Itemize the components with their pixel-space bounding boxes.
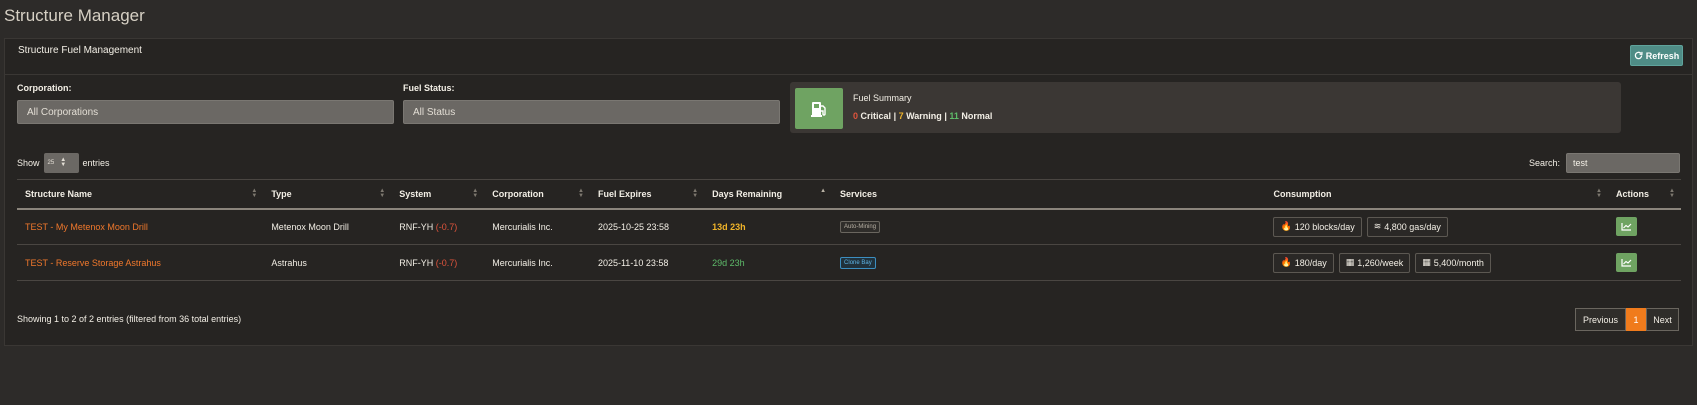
sort-icon: ▲ ▼	[1669, 188, 1675, 199]
sort-icon: ▲ ▼	[379, 188, 386, 199]
fuel-status-label: Fuel Status:	[403, 83, 455, 93]
search-control: Search: test	[1529, 153, 1680, 173]
search-label: Search:	[1528, 158, 1560, 168]
separator: |	[893, 111, 897, 121]
refresh-icon	[1634, 51, 1643, 60]
column-header-fuel-expires[interactable]: Fuel Expires ▲ ▼	[589, 179, 705, 210]
consumption-badge: 🔥 180/day	[1273, 252, 1334, 273]
type-cell: Astrahus	[263, 244, 392, 281]
corporation-select-value: All Corporations	[27, 106, 99, 118]
warning-label: Warning	[906, 111, 942, 121]
show-label: Show	[17, 158, 40, 168]
actions-cell	[1607, 244, 1681, 281]
fuel-summary-counts: 0 Critical | 7 Warning | 11 Normal	[853, 111, 992, 121]
fuel-expires-cell: 2025-10-25 23:58	[589, 208, 705, 245]
normal-label: Normal	[961, 111, 993, 121]
fuel-management-card: Structure Fuel Management Refresh Corpor…	[4, 38, 1693, 346]
column-header-structure-name[interactable]: Structure Name ▲ ▼	[17, 179, 264, 210]
structure-link[interactable]: TEST - Reserve Storage Astrahus	[25, 258, 161, 268]
system-cell: RNF-YH (-0.7)	[391, 244, 485, 281]
consumption-badge: ▦ 1,260/week	[1338, 252, 1411, 273]
structure-name-cell: TEST - My Metenox Moon Drill	[17, 208, 264, 245]
table-header-row: Structure Name ▲ ▼ Type ▲ ▼ System ▲ ▼ Corpora…	[17, 179, 1681, 210]
structure-name-cell: TEST - Reserve Storage Astrahus	[17, 244, 264, 281]
sort-icon: ▲ ▼	[692, 188, 699, 199]
days-remaining-cell: 13d 23h	[704, 208, 833, 245]
critical-count: 0	[853, 111, 859, 121]
services-cell: Auto-Mining	[832, 208, 1266, 245]
column-header-system[interactable]: System ▲ ▼	[391, 179, 485, 210]
structure-link[interactable]: TEST - My Metenox Moon Drill	[25, 222, 148, 232]
sort-ascending-icon: ▲	[820, 188, 827, 194]
column-header-actions[interactable]: Actions ▲ ▼	[1607, 179, 1681, 210]
fuel-summary-panel: Fuel Summary 0 Critical | 7 Warning | 11…	[790, 82, 1621, 133]
previous-page-button[interactable]: Previous	[1575, 308, 1626, 331]
consumption-cell: 🔥 120 blocks/day ≋ 4,800 gas/day	[1265, 208, 1608, 245]
column-header-consumption[interactable]: Consumption ▲ ▼	[1265, 179, 1608, 210]
page-length-control: Show 25 ▲ ▼ entries	[17, 153, 110, 173]
calendar-week-icon: ▦	[1345, 257, 1355, 267]
corporation-select[interactable]: All Corporations	[17, 100, 394, 124]
table-row: TEST - Reserve Storage Astrahus Astrahus…	[17, 244, 1681, 281]
search-input-value: test	[1573, 158, 1588, 168]
service-badge: Auto-Mining	[840, 221, 881, 234]
wind-icon: ≋	[1373, 221, 1382, 232]
fuel-status-select[interactable]: All Status	[403, 100, 780, 124]
security-status: (-0.7)	[435, 257, 458, 268]
fuel-expires-cell: 2025-11-10 23:58	[589, 244, 705, 281]
chart-line-icon	[1621, 223, 1632, 231]
table-row: TEST - My Metenox Moon Drill Metenox Moo…	[17, 208, 1681, 245]
page-length-value: 25	[47, 160, 55, 166]
type-cell: Metenox Moon Drill	[263, 208, 392, 245]
page-1-button[interactable]: 1	[1626, 308, 1646, 331]
column-header-days-remaining[interactable]: Days Remaining ▲	[704, 179, 833, 210]
services-cell: Clone Bay	[832, 244, 1266, 281]
page-length-select[interactable]: 25 ▲ ▼	[43, 153, 79, 173]
column-header-services: Services	[832, 179, 1266, 210]
consumption-cell: 🔥 180/day ▦ 1,260/week ▦ 5,400/month	[1265, 244, 1608, 281]
column-header-corporation[interactable]: Corporation ▲ ▼	[484, 179, 590, 210]
service-badge: Clone Bay	[840, 257, 876, 269]
next-page-button[interactable]: Next	[1646, 308, 1679, 331]
card-header: Structure Fuel Management Refresh	[5, 39, 1692, 75]
chart-line-icon	[1621, 259, 1632, 267]
consumption-badge: ≋ 4,800 gas/day	[1366, 216, 1448, 237]
sort-icon: ▲ ▼	[578, 188, 584, 199]
sort-icon: ▲ ▼	[472, 188, 479, 199]
sort-icon: ▲ ▼	[1596, 188, 1602, 199]
search-input[interactable]: test	[1566, 153, 1680, 173]
calendar-month-icon: ▦	[1422, 257, 1431, 267]
view-chart-button[interactable]	[1615, 253, 1637, 272]
sort-icon: ▲ ▼	[251, 188, 258, 199]
fuel-status-select-value: All Status	[413, 106, 456, 118]
card-title: Structure Fuel Management	[18, 45, 142, 56]
consumption-badge: ▦ 5,400/month	[1415, 252, 1491, 273]
page-title: Structure Manager	[4, 6, 145, 25]
corporation-label: Corporation:	[17, 83, 72, 93]
normal-count: 11	[949, 111, 959, 121]
refresh-button[interactable]: Refresh	[1630, 45, 1683, 66]
fire-icon: 🔥	[1280, 257, 1292, 267]
refresh-label: Refresh	[1645, 50, 1680, 61]
consumption-badge: 🔥 120 blocks/day	[1273, 216, 1362, 237]
entries-label: entries	[82, 158, 110, 168]
warning-count: 7	[898, 111, 904, 121]
fire-icon: 🔥	[1280, 221, 1292, 232]
separator: |	[944, 111, 947, 121]
security-status: (-0.7)	[435, 221, 458, 232]
corporation-cell: Mercurialis Inc.	[484, 208, 590, 245]
gas-pump-icon	[795, 88, 843, 129]
corporation-cell: Mercurialis Inc.	[484, 244, 590, 281]
column-header-type[interactable]: Type ▲ ▼	[263, 179, 392, 210]
actions-cell	[1607, 208, 1681, 245]
system-cell: RNF-YH (-0.7)	[391, 208, 485, 245]
chevron-updown-icon: ▲ ▼	[60, 157, 67, 168]
table-info: Showing 1 to 2 of 2 entries (filtered fr…	[17, 314, 242, 324]
days-remaining-cell: 29d 23h	[704, 244, 833, 281]
critical-label: Critical	[860, 111, 892, 121]
fuel-summary-title: Fuel Summary	[853, 93, 912, 103]
pagination: Previous 1 Next	[1575, 308, 1679, 331]
structures-table: Structure Name ▲ ▼ Type ▲ ▼ System ▲ ▼ Corpora…	[17, 179, 1681, 281]
view-chart-button[interactable]	[1615, 217, 1637, 237]
